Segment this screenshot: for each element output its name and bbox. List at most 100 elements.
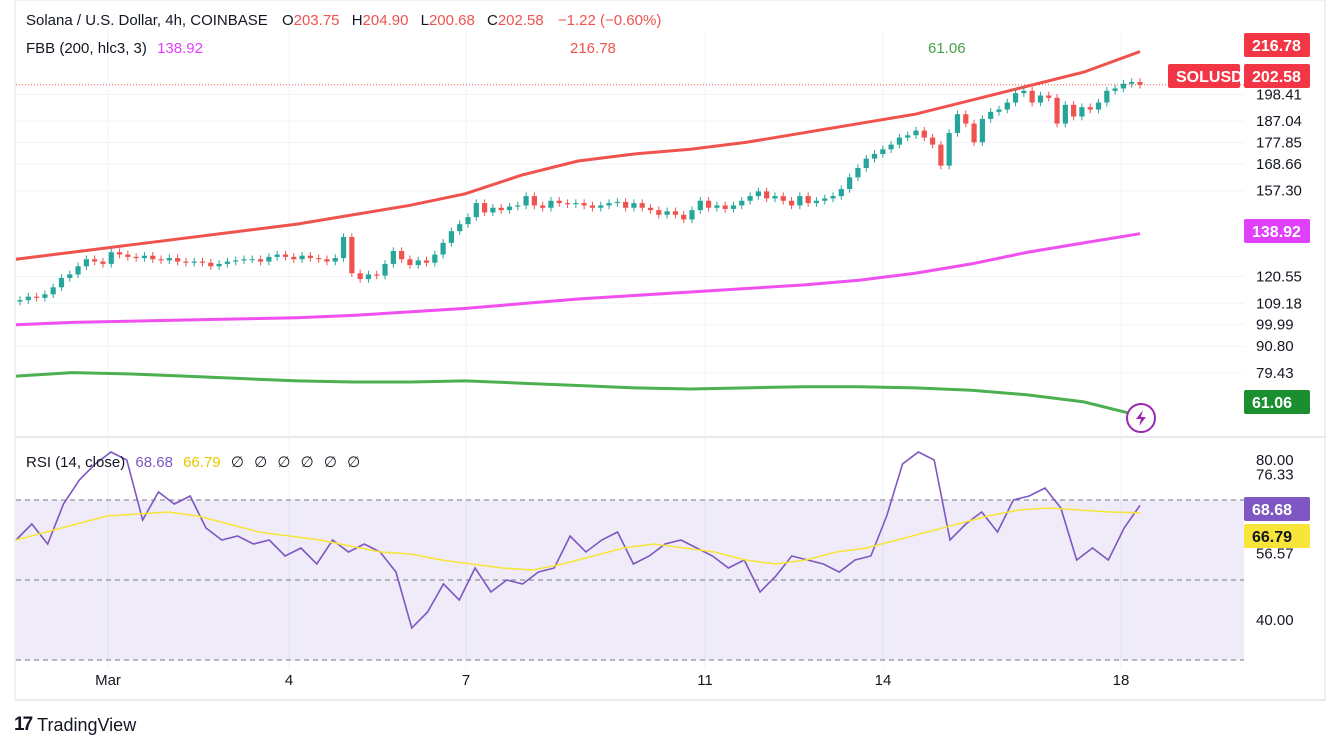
symbol-legend[interactable]: Solana / U.S. Dollar, 4h, COINBASE O203.… xyxy=(26,12,661,29)
candle-body xyxy=(175,258,181,262)
tradingview-logo-icon: 17 xyxy=(14,714,33,735)
candle-body xyxy=(531,196,537,206)
fbb-bands xyxy=(15,50,1141,418)
candle-body xyxy=(307,255,313,259)
candle-body xyxy=(788,200,795,206)
rsi-ma-badge: 66.79 xyxy=(1244,524,1310,548)
candle-body xyxy=(166,258,172,261)
candle-body xyxy=(473,203,479,218)
price-tick-label: 177.85 xyxy=(1256,135,1302,152)
symbol-badge: SOLUSD xyxy=(1168,64,1243,88)
candle-body xyxy=(764,191,770,199)
candle-body xyxy=(739,200,745,206)
rsi-empty-1: ∅ xyxy=(230,454,244,471)
candle-body xyxy=(100,261,106,264)
candle-body xyxy=(249,259,255,261)
time-tick-label: Mar xyxy=(95,672,121,689)
candle-body xyxy=(390,251,396,264)
price-tick-label: 79.43 xyxy=(1256,365,1294,382)
candle-body xyxy=(332,258,338,262)
candle-body xyxy=(905,135,911,138)
candle-body xyxy=(847,177,853,190)
candle-body xyxy=(797,196,803,206)
candle-body xyxy=(647,207,654,211)
candle-body xyxy=(465,217,471,225)
candle-body xyxy=(233,260,239,262)
candle-body xyxy=(1021,90,1027,94)
price-tick-label: 187.04 xyxy=(1256,113,1302,130)
lower-band-badge-text: 61.06 xyxy=(1252,395,1292,412)
fbb-basis-value: 138.92 xyxy=(157,40,203,57)
rsi-badge: 68.68 xyxy=(1244,497,1310,521)
symbol-title: Solana / U.S. Dollar, 4h, COINBASE xyxy=(26,12,268,29)
candle-body xyxy=(880,149,886,154)
candle-body xyxy=(407,259,413,266)
high-label: H xyxy=(351,12,363,29)
candle-body xyxy=(813,200,820,204)
candle-body xyxy=(108,252,114,264)
candle-body xyxy=(1087,107,1093,110)
rsi-legend[interactable]: RSI (14, close) 68.68 66.79 ∅ ∅ ∅ ∅ ∅ ∅ xyxy=(26,453,360,471)
candle-body xyxy=(33,296,40,298)
candle-body xyxy=(614,201,620,204)
candle-body xyxy=(183,261,189,263)
tradingview-brand[interactable]: 17 TradingView xyxy=(14,714,136,736)
candle-body xyxy=(150,255,156,260)
rsi-tick-label: 40.00 xyxy=(1256,612,1294,629)
candle-body xyxy=(888,144,894,150)
candle-body xyxy=(1079,107,1085,117)
candle-body xyxy=(772,196,778,199)
candle-body xyxy=(1071,104,1077,117)
candle-body xyxy=(523,196,529,206)
rsi-pane xyxy=(15,451,1244,661)
candle-body xyxy=(25,296,31,301)
price-tick-label: 99.99 xyxy=(1256,317,1294,334)
candle-body xyxy=(1095,102,1102,110)
rsi-empty-4: ∅ xyxy=(300,454,314,471)
candle-body xyxy=(697,200,703,211)
fbb-upper-value: 216.78 xyxy=(570,40,616,57)
candle-body xyxy=(92,259,98,262)
candle-body xyxy=(871,153,878,159)
candle-body xyxy=(506,206,513,211)
candle-body xyxy=(1062,104,1068,124)
candle-body xyxy=(979,118,985,143)
open-label: O xyxy=(281,12,294,29)
candle-body xyxy=(316,258,322,260)
candle-body xyxy=(1029,90,1035,103)
candle-body xyxy=(75,266,81,275)
candle-body xyxy=(498,207,504,211)
candle-body xyxy=(681,214,687,220)
upper-band-badge-text: 216.78 xyxy=(1252,38,1301,55)
candle-body xyxy=(822,198,828,201)
candle-body xyxy=(805,196,811,204)
rsi-tick-label: 56.57 xyxy=(1256,546,1294,563)
time-tick-label: 14 xyxy=(875,672,892,689)
candle-body xyxy=(689,210,695,220)
candle-body xyxy=(490,207,496,213)
basis-badge: 138.92 xyxy=(1244,219,1310,243)
price-tick-label: 90.80 xyxy=(1256,338,1294,355)
candle-body xyxy=(705,200,712,208)
candle-body xyxy=(548,200,554,208)
candle-body xyxy=(299,255,305,260)
last-price-badge-text: 202.58 xyxy=(1252,69,1301,86)
candle-body xyxy=(863,158,869,169)
candle-body xyxy=(357,273,363,280)
candle-body xyxy=(730,205,737,209)
open-value: 203.75 xyxy=(293,12,340,29)
low-label: L xyxy=(420,12,429,29)
rsi-ma-badge-text: 66.79 xyxy=(1252,529,1292,546)
rsi-badge-text: 68.68 xyxy=(1252,502,1292,519)
candle-body xyxy=(589,205,596,208)
fbb-legend[interactable]: FBB (200, hlc3, 3) 138.92 xyxy=(26,40,203,57)
candle-body xyxy=(971,123,977,143)
candle-body xyxy=(241,259,247,261)
candle-body xyxy=(340,237,347,259)
candle-body xyxy=(224,261,231,264)
candle-body xyxy=(996,109,1002,112)
price-tick-label: 198.41 xyxy=(1256,87,1302,104)
lower-band-badge: 61.06 xyxy=(1244,390,1310,414)
candle-body xyxy=(896,137,903,145)
rsi-tick-label: 76.33 xyxy=(1256,467,1294,484)
